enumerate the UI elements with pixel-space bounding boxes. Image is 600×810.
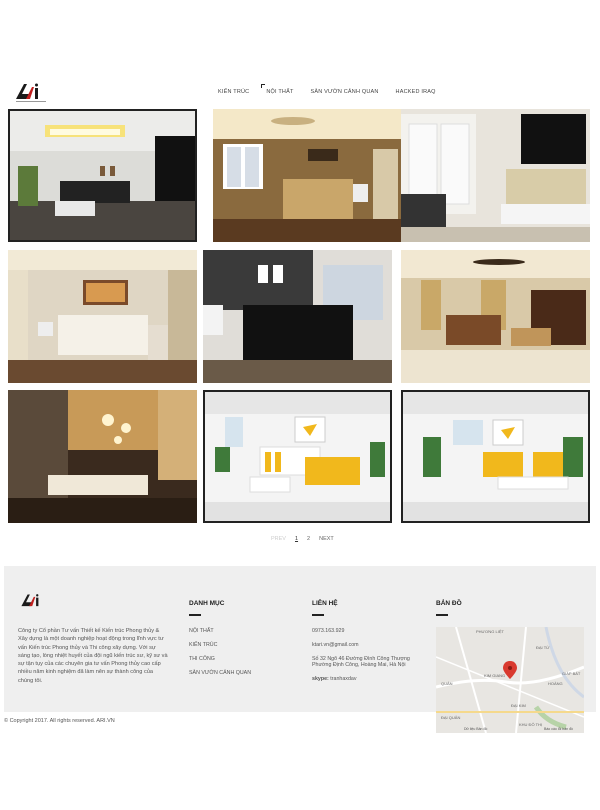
footer-menu-title: DANH MỤC	[189, 600, 225, 607]
map-label: KIM GIANG	[484, 673, 505, 678]
site-logo[interactable]	[14, 82, 48, 104]
map-attribution: Dữ liệu Bản đồ	[464, 727, 487, 731]
footer-menu-item-san-vuon[interactable]: SÂN VƯỜN CẢNH QUAN	[189, 670, 251, 676]
footer-map-column: BẢN ĐỒ	[436, 600, 462, 628]
footer-skype-id[interactable]: tranhaxdav	[330, 676, 356, 682]
footer-menu-item-thi-cong[interactable]: THI CÔNG	[189, 656, 251, 662]
gallery-item-office-1[interactable]	[203, 390, 392, 523]
map-label: ĐẠI KIM	[511, 703, 526, 708]
map-label: HOÀNG	[548, 681, 563, 686]
footer-divider	[189, 614, 201, 616]
copyright-text: © Copyright 2017. All rights reserved. A…	[4, 718, 115, 724]
gallery-item-villa-lobby[interactable]	[8, 390, 197, 523]
main-nav: KIẾN TRÚC NỘI THẤT SÂN VƯỜN CẢNH QUAN HA…	[218, 84, 453, 95]
gallery-item-bedroom-tv[interactable]	[401, 109, 590, 242]
map-label: ĐẠI TỪ	[536, 645, 550, 650]
gallery-item-bedroom-classic[interactable]	[8, 250, 197, 383]
footer-divider	[436, 614, 448, 616]
pagination-next[interactable]: NEXT	[319, 536, 334, 542]
map-label: PHƯƠNG LIỆT	[476, 629, 505, 634]
google-map[interactable]: PHƯƠNG LIỆT KIM GIANG ĐẠI KIM ĐẠI TỪ GIÁ…	[436, 627, 584, 733]
gallery-item-bedroom-gold[interactable]	[213, 109, 402, 242]
pagination-page-2[interactable]: 2	[307, 536, 310, 542]
nav-item-hacked[interactable]: HACKED IRAQ	[396, 89, 436, 95]
footer-email[interactable]: ktari.vn@gmail.com	[312, 642, 422, 648]
footer-contact-title: LIÊN HỆ	[312, 600, 338, 607]
footer-map-title: BẢN ĐỒ	[436, 600, 462, 607]
pagination: PREV 1 2 NEXT	[271, 536, 334, 542]
nav-item-kien-truc[interactable]: KIẾN TRÚC	[218, 89, 249, 95]
footer-contact: LIÊN HỆ 0973.163.929 ktari.vn@gmail.com …	[312, 600, 422, 690]
footer-skype: skype: tranhaxdav	[312, 676, 422, 682]
gallery-item-living-room[interactable]	[8, 109, 197, 242]
nav-item-noi-that[interactable]: NỘI THẤT	[261, 84, 293, 95]
gallery-item-living-leather[interactable]	[401, 250, 590, 383]
map-label: KHU ĐÔ THỊ	[519, 722, 542, 727]
footer-divider	[312, 614, 324, 616]
footer-logo	[21, 594, 39, 607]
pagination-page-1[interactable]: 1	[295, 536, 298, 542]
nav-item-san-vuon[interactable]: SÂN VƯỜN CẢNH QUAN	[311, 89, 379, 95]
site-header: KIẾN TRÚC NỘI THẤT SÂN VƯỜN CẢNH QUAN HA…	[0, 80, 600, 108]
footer-menu-item-kien-truc[interactable]: KIẾN TRÚC	[189, 642, 251, 648]
pagination-prev[interactable]: PREV	[271, 536, 286, 542]
map-label: GIÁP BÁT	[562, 671, 581, 676]
footer-menu-item-noi-that[interactable]: NỘI THẤT	[189, 628, 251, 634]
gallery-item-office-2[interactable]	[401, 390, 590, 523]
gallery-item-bedroom-dark[interactable]	[203, 250, 392, 383]
footer-menu: DANH MỤC NỘI THẤT KIẾN TRÚC THI CÔNG SÂN…	[189, 600, 251, 684]
map-report-link[interactable]: Báo cáo lỗi bản đồ	[544, 726, 573, 731]
map-label: ĐẠI QUÂN	[441, 715, 460, 720]
footer-about-text: Công ty Cổ phần Tư vấn Thiết kế Kiến trú…	[18, 628, 168, 684]
footer-address: Số 32 Ngõ 46 Đường Đình Công Thượng Phườ…	[312, 655, 410, 668]
footer-skype-label: skype:	[312, 675, 329, 682]
map-label: QUÂN	[441, 681, 453, 686]
footer-phone[interactable]: 0973.163.929	[312, 628, 422, 634]
